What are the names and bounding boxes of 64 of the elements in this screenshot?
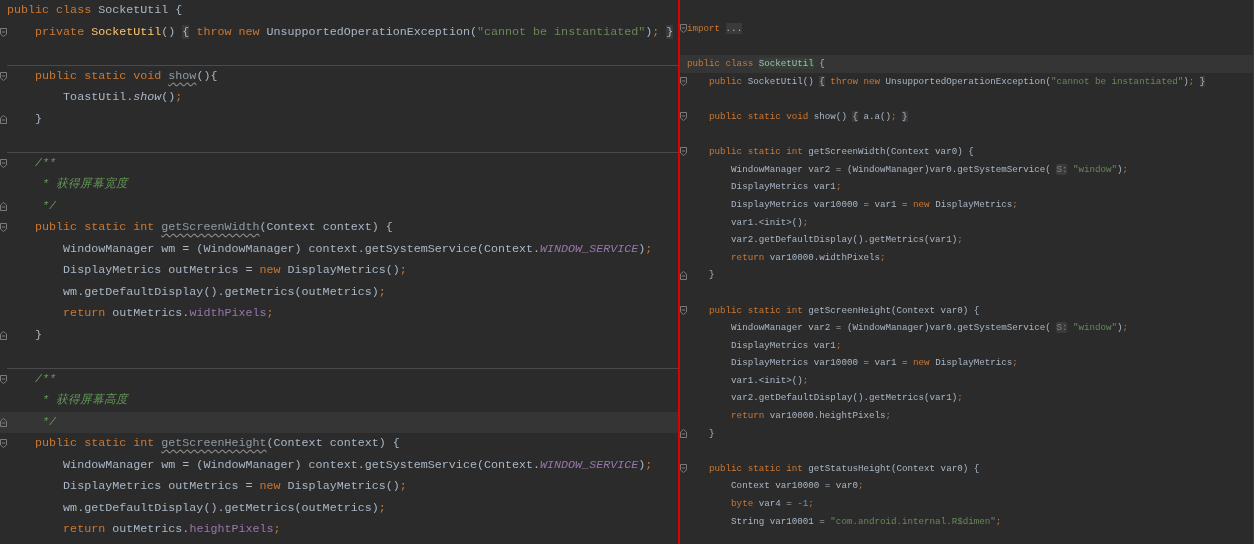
code-line: Context var10000 = var0; (730, 479, 864, 494)
code-line: var1.<init>(); (730, 373, 809, 388)
fold-marker-icon[interactable] (0, 223, 7, 233)
code-line: * 获得屏幕宽度 (41, 176, 129, 193)
code-line: private SocketUtil() { throw new UnsupportedOperationException("cannot be instantiated"); } (34, 23, 674, 41)
code-line: public static int getScreenHeight(Context var0) { (708, 303, 980, 318)
code-line: return outMetrics.heightPixels; (62, 521, 281, 538)
code-line: return var10000.heightPixels; (730, 409, 891, 424)
code-line: */ (41, 413, 57, 431)
fold-marker-icon[interactable] (0, 201, 7, 211)
code-line: DisplayMetrics var1; (730, 180, 842, 195)
code-line: } (708, 426, 715, 441)
code-line: byte var4 = -1; (730, 497, 814, 512)
code-line: return var10000.widthPixels; (730, 250, 886, 265)
code-line: WindowManager wm = (WindowManager) context.getSystemService(Context.WINDOW_SERVICE); (62, 456, 653, 474)
fold-marker-icon[interactable] (680, 305, 687, 315)
fold-marker-icon[interactable] (680, 77, 687, 87)
code-line: import ... (687, 22, 743, 36)
fold-marker-icon[interactable] (0, 439, 7, 449)
fold-marker-icon[interactable] (680, 147, 687, 157)
fold-marker-icon[interactable] (680, 24, 687, 34)
fold-marker-icon[interactable] (0, 71, 7, 81)
code-line: public static void show(){ (34, 67, 218, 85)
code-line: var2.getDefaultDisplay().getMetrics(var1); (730, 391, 963, 406)
code-line: WindowManager var2 = (WindowManager)var0.getSystemService( S: "window"); (730, 162, 1129, 177)
fold-marker-icon[interactable] (680, 112, 687, 122)
code-line: /** (34, 154, 57, 172)
fold-marker-icon[interactable] (0, 417, 7, 427)
fold-marker-icon[interactable] (680, 464, 687, 474)
fold-marker-icon[interactable] (0, 158, 7, 168)
code-line: * 获得屏幕高度 (41, 392, 129, 409)
code-line: ToastUtil.show(); (62, 89, 183, 106)
code-line: public static int getScreenWidth(Context context) { (34, 219, 393, 236)
code-line: DisplayMetrics var1; (730, 338, 842, 353)
code-line: public static int getStatusHeight(Context var0) { (708, 461, 980, 476)
code-line: } (34, 110, 43, 128)
code-line: } (708, 268, 715, 283)
code-line: DisplayMetrics var10000 = var1 = new DisplayMetrics; (730, 356, 1018, 371)
code-line: public static void show() { a.a(); } (708, 109, 908, 124)
code-line: } (34, 326, 43, 344)
fold-marker-icon[interactable] (0, 330, 7, 340)
code-line: DisplayMetrics var10000 = var1 = new DisplayMetrics; (730, 197, 1018, 212)
fold-marker-icon[interactable] (0, 114, 7, 124)
code-line: DisplayMetrics outMetrics = new DisplayMetrics(); (62, 478, 407, 495)
fold-marker-icon[interactable] (680, 270, 687, 280)
fold-marker-icon[interactable] (680, 428, 687, 438)
code-line: wm.getDefaultDisplay().getMetrics(outMetrics); (62, 499, 386, 517)
code-line: return outMetrics.widthPixels; (62, 305, 274, 322)
code-line: WindowManager wm = (WindowManager) context.getSystemService(Context.WINDOW_SERVICE); (62, 240, 653, 258)
code-line: var2.getDefaultDisplay().getMetrics(var1); (730, 233, 963, 248)
code-line: /** (34, 370, 57, 388)
code-line: var1.<init>(); (730, 215, 809, 230)
fold-marker-icon[interactable] (0, 374, 7, 384)
code-line: public class SocketUtil { (687, 57, 825, 72)
code-line: public static int getScreenHeight(Context context) { (34, 435, 400, 452)
code-line: DisplayMetrics outMetrics = new DisplayMetrics(); (62, 262, 407, 279)
code-line: wm.getDefaultDisplay().getMetrics(outMetrics); (62, 283, 386, 301)
code-line: public static int getScreenWidth(Context var0) { (708, 145, 974, 160)
code-line: WindowManager var2 = (WindowManager)var0.getSystemService( S: "window"); (730, 321, 1129, 336)
fold-marker-icon[interactable] (0, 27, 7, 37)
code-line: String var10001 = "com.android.internal.R$dimen"; (730, 514, 1002, 529)
code-line: */ (41, 197, 57, 215)
code-line: public SocketUtil() { throw new UnsupportedOperationException("cannot be instantiated"); } (708, 74, 1206, 89)
code-line: public class SocketUtil { (7, 2, 183, 19)
